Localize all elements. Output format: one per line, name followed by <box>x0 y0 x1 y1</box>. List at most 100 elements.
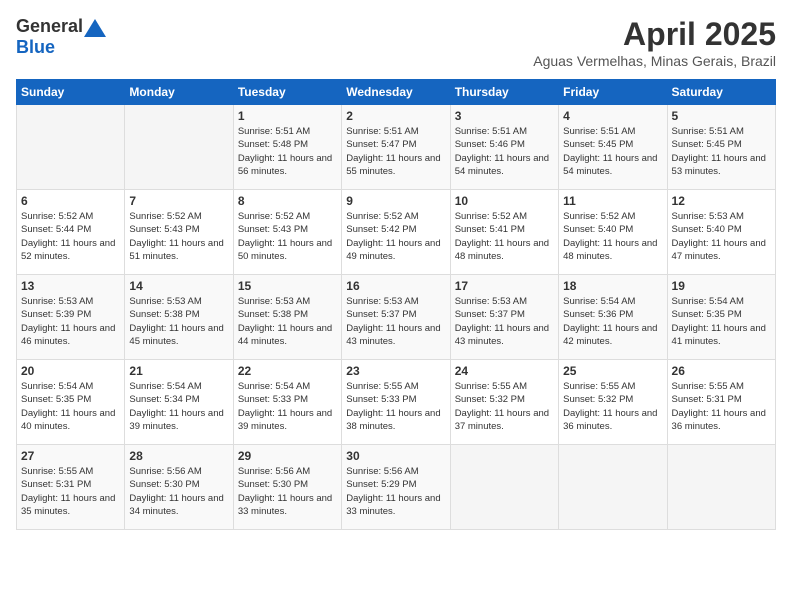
day-number: 2 <box>346 109 445 123</box>
day-number: 27 <box>21 449 120 463</box>
day-info: Sunrise: 5:54 AMSunset: 5:35 PMDaylight:… <box>672 295 771 348</box>
day-of-week-header: Sunday <box>17 80 125 105</box>
day-info: Sunrise: 5:51 AMSunset: 5:47 PMDaylight:… <box>346 125 445 178</box>
day-info: Sunrise: 5:53 AMSunset: 5:37 PMDaylight:… <box>346 295 445 348</box>
calendar-cell: 16 Sunrise: 5:53 AMSunset: 5:37 PMDayligh… <box>342 275 450 360</box>
day-of-week-header: Tuesday <box>233 80 341 105</box>
calendar-header: General Blue April 2025 Aguas Vermelhas,… <box>16 16 776 69</box>
calendar-cell: 15 Sunrise: 5:53 AMSunset: 5:38 PMDayligh… <box>233 275 341 360</box>
calendar-cell <box>559 445 667 530</box>
day-info: Sunrise: 5:56 AMSunset: 5:30 PMDaylight:… <box>129 465 228 518</box>
day-number: 3 <box>455 109 554 123</box>
day-info: Sunrise: 5:55 AMSunset: 5:32 PMDaylight:… <box>455 380 554 433</box>
calendar-cell <box>450 445 558 530</box>
day-number: 8 <box>238 194 337 208</box>
calendar-table: SundayMondayTuesdayWednesdayThursdayFrid… <box>16 79 776 530</box>
calendar-cell: 19 Sunrise: 5:54 AMSunset: 5:35 PMDayligh… <box>667 275 775 360</box>
title-area: April 2025 Aguas Vermelhas, Minas Gerais… <box>533 16 776 69</box>
calendar-cell: 14Sunrise: 5:53 AMSunset: 5:38 PMDayligh… <box>125 275 233 360</box>
calendar-cell <box>667 445 775 530</box>
calendar-cell: 23 Sunrise: 5:55 AMSunset: 5:33 PMDayligh… <box>342 360 450 445</box>
day-number: 26 <box>672 364 771 378</box>
day-number: 16 <box>346 279 445 293</box>
day-of-week-header: Thursday <box>450 80 558 105</box>
day-header-row: SundayMondayTuesdayWednesdayThursdayFrid… <box>17 80 776 105</box>
day-number: 23 <box>346 364 445 378</box>
day-number: 18 <box>563 279 662 293</box>
day-number: 29 <box>238 449 337 463</box>
day-number: 21 <box>129 364 228 378</box>
calendar-cell: 18Sunrise: 5:54 AMSunset: 5:36 PMDayligh… <box>559 275 667 360</box>
logo-text-general: General Blue <box>16 16 107 58</box>
day-number: 10 <box>455 194 554 208</box>
calendar-cell: 3 Sunrise: 5:51 AMSunset: 5:46 PMDaylight… <box>450 105 558 190</box>
day-number: 1 <box>238 109 337 123</box>
logo: General Blue <box>16 16 107 58</box>
day-number: 7 <box>129 194 228 208</box>
calendar-cell: 10Sunrise: 5:52 AMSunset: 5:41 PMDayligh… <box>450 190 558 275</box>
calendar-cell: 17 Sunrise: 5:53 AMSunset: 5:37 PMDayligh… <box>450 275 558 360</box>
day-number: 25 <box>563 364 662 378</box>
day-info: Sunrise: 5:56 AMSunset: 5:29 PMDaylight:… <box>346 465 445 518</box>
day-info: Sunrise: 5:52 AMSunset: 5:43 PMDaylight:… <box>129 210 228 263</box>
day-info: Sunrise: 5:54 AMSunset: 5:35 PMDaylight:… <box>21 380 120 433</box>
day-info: Sunrise: 5:56 AMSunset: 5:30 PMDaylight:… <box>238 465 337 518</box>
day-number: 17 <box>455 279 554 293</box>
calendar-cell: 1 Sunrise: 5:51 AMSunset: 5:48 PMDaylight… <box>233 105 341 190</box>
calendar-cell: 2 Sunrise: 5:51 AMSunset: 5:47 PMDaylight… <box>342 105 450 190</box>
day-number: 6 <box>21 194 120 208</box>
day-info: Sunrise: 5:52 AMSunset: 5:40 PMDaylight:… <box>563 210 662 263</box>
calendar-cell: 28 Sunrise: 5:56 AMSunset: 5:30 PMDayligh… <box>125 445 233 530</box>
day-info: Sunrise: 5:51 AMSunset: 5:45 PMDaylight:… <box>563 125 662 178</box>
day-number: 19 <box>672 279 771 293</box>
calendar-cell: 22 Sunrise: 5:54 AMSunset: 5:33 PMDayligh… <box>233 360 341 445</box>
day-info: Sunrise: 5:53 AMSunset: 5:38 PMDaylight:… <box>238 295 337 348</box>
day-info: Sunrise: 5:55 AMSunset: 5:32 PMDaylight:… <box>563 380 662 433</box>
day-of-week-header: Friday <box>559 80 667 105</box>
calendar-cell: 4 Sunrise: 5:51 AMSunset: 5:45 PMDaylight… <box>559 105 667 190</box>
day-number: 4 <box>563 109 662 123</box>
day-info: Sunrise: 5:51 AMSunset: 5:45 PMDaylight:… <box>672 125 771 178</box>
day-info: Sunrise: 5:51 AMSunset: 5:46 PMDaylight:… <box>455 125 554 178</box>
calendar-week-row: 6 Sunrise: 5:52 AMSunset: 5:44 PMDaylight… <box>17 190 776 275</box>
day-info: Sunrise: 5:52 AMSunset: 5:44 PMDaylight:… <box>21 210 120 263</box>
calendar-cell: 6 Sunrise: 5:52 AMSunset: 5:44 PMDaylight… <box>17 190 125 275</box>
calendar-cell: 25 Sunrise: 5:55 AMSunset: 5:32 PMDayligh… <box>559 360 667 445</box>
calendar-week-row: 1 Sunrise: 5:51 AMSunset: 5:48 PMDaylight… <box>17 105 776 190</box>
calendar-cell: 26 Sunrise: 5:55 AMSunset: 5:31 PMDayligh… <box>667 360 775 445</box>
calendar-cell <box>125 105 233 190</box>
day-of-week-header: Wednesday <box>342 80 450 105</box>
day-info: Sunrise: 5:54 AMSunset: 5:33 PMDaylight:… <box>238 380 337 433</box>
day-of-week-header: Monday <box>125 80 233 105</box>
day-of-week-header: Saturday <box>667 80 775 105</box>
day-number: 28 <box>129 449 228 463</box>
day-number: 13 <box>21 279 120 293</box>
day-number: 22 <box>238 364 337 378</box>
day-number: 20 <box>21 364 120 378</box>
day-info: Sunrise: 5:53 AMSunset: 5:38 PMDaylight:… <box>129 295 228 348</box>
day-info: Sunrise: 5:54 AMSunset: 5:34 PMDaylight:… <box>129 380 228 433</box>
calendar-week-row: 20 Sunrise: 5:54 AMSunset: 5:35 PMDayligh… <box>17 360 776 445</box>
day-number: 12 <box>672 194 771 208</box>
day-number: 11 <box>563 194 662 208</box>
calendar-cell: 20 Sunrise: 5:54 AMSunset: 5:35 PMDayligh… <box>17 360 125 445</box>
day-number: 9 <box>346 194 445 208</box>
calendar-cell: 9Sunrise: 5:52 AMSunset: 5:42 PMDaylight… <box>342 190 450 275</box>
calendar-cell: 8Sunrise: 5:52 AMSunset: 5:43 PMDaylight… <box>233 190 341 275</box>
day-info: Sunrise: 5:55 AMSunset: 5:33 PMDaylight:… <box>346 380 445 433</box>
calendar-cell: 24 Sunrise: 5:55 AMSunset: 5:32 PMDayligh… <box>450 360 558 445</box>
calendar-cell <box>17 105 125 190</box>
calendar-cell: 5 Sunrise: 5:51 AMSunset: 5:45 PMDaylight… <box>667 105 775 190</box>
day-info: Sunrise: 5:55 AMSunset: 5:31 PMDaylight:… <box>672 380 771 433</box>
calendar-cell: 7 Sunrise: 5:52 AMSunset: 5:43 PMDaylight… <box>125 190 233 275</box>
calendar-cell: 13Sunrise: 5:53 AMSunset: 5:39 PMDayligh… <box>17 275 125 360</box>
day-info: Sunrise: 5:53 AMSunset: 5:37 PMDaylight:… <box>455 295 554 348</box>
day-info: Sunrise: 5:53 AMSunset: 5:40 PMDaylight:… <box>672 210 771 263</box>
day-number: 15 <box>238 279 337 293</box>
day-info: Sunrise: 5:55 AMSunset: 5:31 PMDaylight:… <box>21 465 120 518</box>
calendar-subtitle: Aguas Vermelhas, Minas Gerais, Brazil <box>533 53 776 69</box>
day-number: 5 <box>672 109 771 123</box>
day-info: Sunrise: 5:51 AMSunset: 5:48 PMDaylight:… <box>238 125 337 178</box>
logo-icon <box>84 19 106 37</box>
day-number: 24 <box>455 364 554 378</box>
